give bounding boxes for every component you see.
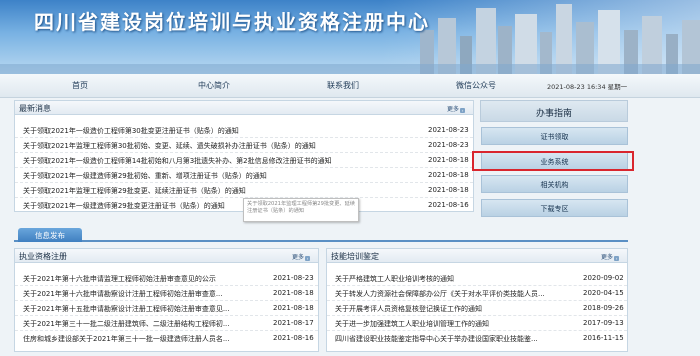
training-header: 技能培训鉴定 更多 › xyxy=(327,249,627,263)
tab-info-release[interactable]: 信息发布 xyxy=(18,228,82,242)
list-item[interactable]: 关于2021年第十六批申请监理工程师初始注册审查意见的公示 2021-08-23 xyxy=(15,271,318,286)
list-item[interactable]: 关于领取2021年监理工程师第30批初始、变更、延续、遗失破损补办注册证书（贴条… xyxy=(15,138,473,153)
more-arrow-icon: › xyxy=(305,256,310,261)
latest-news-more-link[interactable]: 更多 › xyxy=(447,104,465,113)
list-item[interactable]: 关于2021年第十五批申请勘察设计注册工程师初始注册审查意见... 2021-0… xyxy=(15,301,318,316)
nav-contact[interactable]: 联系我们 xyxy=(318,80,368,91)
nav-wechat[interactable]: 微信公众号 xyxy=(446,80,506,91)
list-item[interactable]: 关于领取2021年一级造价工程师第30批变更注册证书（贴条）的通知 2021-0… xyxy=(15,123,473,138)
info-tab-strip: 信息发布 xyxy=(14,228,628,242)
list-item[interactable]: 关于严格建筑工人职业培训考核的通知 2020-09-02 xyxy=(327,271,627,286)
certificate-collection-button[interactable]: 证书领取 xyxy=(481,127,628,145)
service-guide-header: 办事指南 xyxy=(480,100,628,122)
nav-about[interactable]: 中心简介 xyxy=(184,80,244,91)
tooltip-text: 关于领取2021年监理工程师第29批变更、延续注册证书（贴条）的通知 xyxy=(247,201,355,214)
header-banner: 四川省建设岗位培训与执业资格注册中心 xyxy=(0,0,700,74)
list-item[interactable]: 关于进一步加强建筑工人职业培训管理工作的通知 2017-09-13 xyxy=(327,316,627,331)
main-nav: 首页 中心简介 联系我们 微信公众号 2021-08-23 16:34 星期一 xyxy=(0,74,700,98)
list-item[interactable]: 住房和城乡建设部关于2021年第三十一批一级建造师注册人员名... 2021-0… xyxy=(15,331,318,346)
list-item[interactable]: 关于领取2021年监理工程师第29批变更、延续注册证书（贴条）的通知 2021-… xyxy=(15,183,473,198)
list-item[interactable]: 关于领取2021年一级建造师第29批初始、重新、增项注册证书（贴条）的通知 20… xyxy=(15,168,473,183)
highlight-box xyxy=(472,151,634,171)
list-item[interactable]: 关于转发人力资源社会保障部办公厅《关于对水平评价类技能人员... 2020-04… xyxy=(327,286,627,301)
current-datetime: 2021-08-23 16:34 星期一 xyxy=(547,83,628,91)
latest-news-title: 最新消息 xyxy=(19,104,51,113)
registration-panel: 执业资格注册 更多 › 关于2021年第十六批申请监理工程师初始注册审查意见的公示… xyxy=(14,248,319,352)
latest-news-panel: 最新消息 更多 › 关于领取2021年一级造价工程师第30批变更注册证书（贴条）的… xyxy=(14,100,474,212)
download-area-button[interactable]: 下载专区 xyxy=(481,199,628,217)
related-agencies-button[interactable]: 相关机构 xyxy=(481,175,628,193)
service-guide-title: 办事指南 xyxy=(535,109,572,119)
list-item[interactable]: 关于开展考评人员资格复核登记换证工作的通知 2018-09-26 xyxy=(327,301,627,316)
more-arrow-icon: › xyxy=(614,256,619,261)
registration-more-link[interactable]: 更多 › xyxy=(292,252,310,261)
list-item[interactable]: 关于领取2021年一级造价工程师第14批初始和八月第3批遗失补办、第2批信息修改… xyxy=(15,153,473,168)
list-item[interactable]: 关于2021年第三十一批二级注册建筑师、二级注册结构工程师初... 2021-0… xyxy=(15,316,318,331)
nav-home[interactable]: 首页 xyxy=(60,80,100,91)
hover-tooltip: 关于领取2021年监理工程师第29批变更、延续注册证书（贴条）的通知 xyxy=(243,198,359,222)
latest-news-header: 最新消息 更多 › xyxy=(15,101,473,115)
list-item[interactable]: 关于2021年第十六批申请勘察设计注册工程师初始注册审查意... 2021-08… xyxy=(15,286,318,301)
registration-title: 执业资格注册 xyxy=(19,252,67,261)
list-item[interactable]: 四川省建设职业技能鉴定指导中心关于举办建设国家职业技能鉴... 2016-11-… xyxy=(327,331,627,346)
training-more-link[interactable]: 更多 › xyxy=(601,252,619,261)
site-title: 四川省建设岗位培训与执业资格注册中心 xyxy=(34,10,430,34)
training-panel: 技能培训鉴定 更多 › 关于严格建筑工人职业培训考核的通知 2020-09-02 … xyxy=(326,248,628,352)
registration-header: 执业资格注册 更多 › xyxy=(15,249,318,263)
more-arrow-icon: › xyxy=(460,108,465,113)
training-title: 技能培训鉴定 xyxy=(331,252,379,261)
